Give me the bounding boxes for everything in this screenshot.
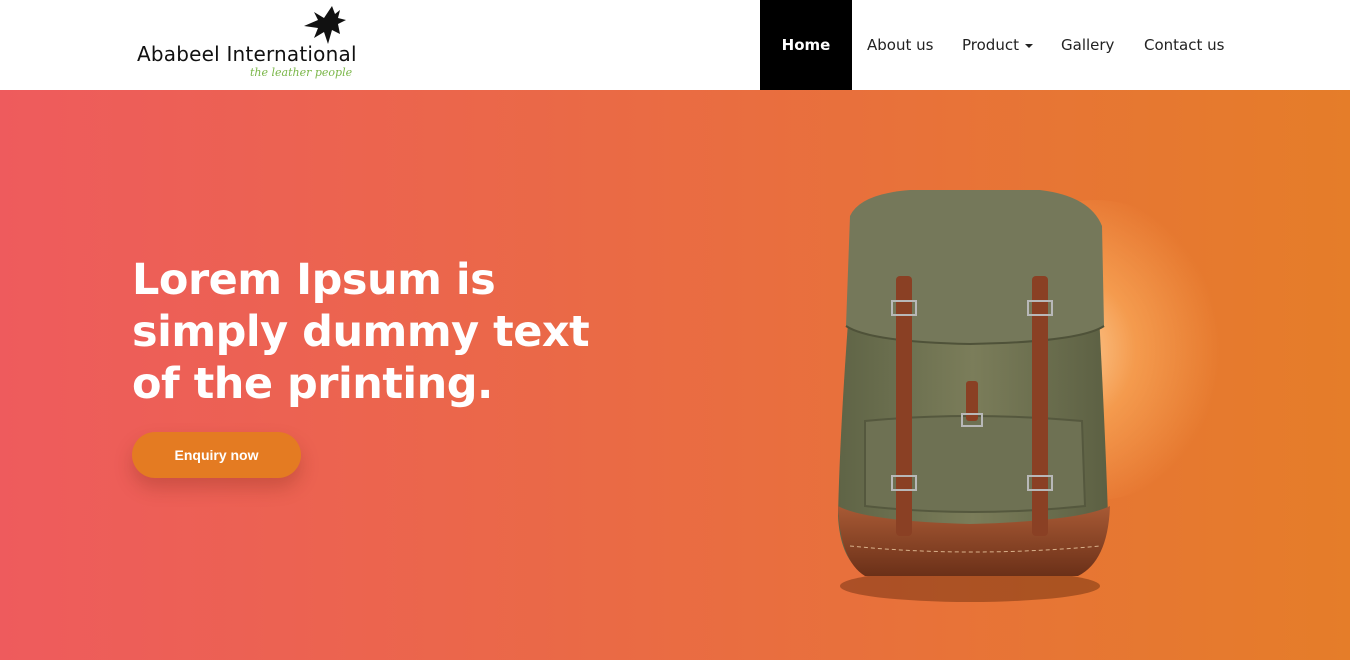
nav-product[interactable]: Product (962, 0, 1033, 90)
nav-product-label: Product (962, 36, 1019, 54)
caret-down-icon (1024, 44, 1033, 48)
brand-logo[interactable]: Ababeel International the leather people (136, 4, 357, 84)
nav-gallery-label: Gallery (1061, 36, 1115, 54)
hero-headline-line-3: of the printing. (132, 359, 493, 409)
hero-headline-line-2: simply dummy text (132, 307, 590, 357)
hero-headline-line-1: Lorem Ipsum is (132, 255, 496, 305)
nav-contact-label: Contact us (1144, 36, 1225, 54)
hero-banner: Lorem Ipsum is simply dummy text of the … (0, 90, 1350, 660)
nav-home-label: Home (781, 36, 831, 54)
backpack-image (838, 190, 1110, 602)
nav-contact-us[interactable]: Contact us (1144, 0, 1224, 90)
site-header: Ababeel International the leather people… (0, 0, 1350, 90)
enquiry-button[interactable]: Enquiry now (132, 432, 301, 478)
nav-about-us[interactable]: About us (867, 0, 933, 90)
brand-tagline: the leather people (250, 66, 353, 79)
hero-headline: Lorem Ipsum is simply dummy text of the … (132, 254, 652, 410)
nav-gallery[interactable]: Gallery (1061, 0, 1114, 90)
nav-home[interactable]: Home (760, 0, 852, 90)
nav-about-label: About us (867, 36, 934, 54)
brand-name: Ababeel International (137, 42, 357, 66)
